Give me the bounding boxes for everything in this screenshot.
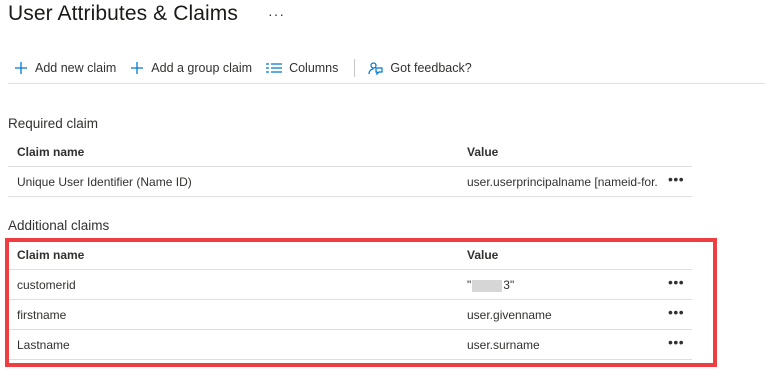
column-header-claim-name[interactable]: Claim name bbox=[17, 248, 447, 262]
table-row[interactable]: Unique User Identifier (Name ID) user.us… bbox=[8, 167, 692, 197]
row-more-button[interactable]: ••• bbox=[668, 334, 684, 350]
feedback-icon bbox=[367, 60, 383, 76]
add-new-claim-button[interactable]: Add new claim bbox=[14, 61, 116, 75]
claim-value-suffix: 3" bbox=[503, 278, 515, 292]
column-header-value[interactable]: Value bbox=[467, 145, 657, 159]
table-row[interactable]: customerid " 3" ••• bbox=[8, 270, 692, 300]
row-more-button[interactable]: ••• bbox=[668, 274, 684, 290]
table-header-row: Claim name Value bbox=[8, 137, 692, 167]
claim-value: user.surname bbox=[467, 338, 540, 352]
row-more-button[interactable]: ••• bbox=[668, 171, 684, 187]
column-header-value[interactable]: Value bbox=[467, 248, 657, 262]
feedback-button[interactable]: Got feedback? bbox=[367, 60, 472, 76]
claim-name: Lastname bbox=[17, 338, 70, 352]
add-icon bbox=[130, 61, 144, 75]
claim-name: Unique User Identifier (Name ID) bbox=[17, 175, 192, 189]
redacted-value bbox=[472, 279, 503, 292]
required-claims-table: Claim name Value Unique User Identifier … bbox=[8, 137, 692, 197]
table-header-row: Claim name Value bbox=[8, 240, 692, 270]
additional-claims-table: Claim name Value customerid " 3" ••• firs… bbox=[8, 240, 692, 360]
claim-value: user.userprincipalname [nameid-for... bbox=[467, 175, 657, 189]
add-new-claim-label: Add new claim bbox=[35, 61, 117, 75]
add-icon bbox=[14, 61, 28, 75]
add-group-claim-button[interactable]: Add a group claim bbox=[130, 61, 252, 75]
more-options-button[interactable]: ··· bbox=[268, 6, 285, 22]
claim-value-prefix: " bbox=[467, 278, 472, 292]
toolbar-divider-line bbox=[8, 83, 765, 84]
claim-value: user.givenname bbox=[467, 308, 552, 322]
claim-value: " 3" bbox=[467, 278, 657, 292]
claim-name: firstname bbox=[17, 308, 67, 322]
command-bar: Add new claim Add a group claim Columns … bbox=[14, 58, 486, 78]
feedback-label: Got feedback? bbox=[390, 61, 472, 75]
required-claim-heading: Required claim bbox=[8, 116, 99, 131]
columns-icon bbox=[266, 62, 283, 74]
page-title: User Attributes & Claims bbox=[8, 2, 238, 25]
column-header-claim-name[interactable]: Claim name bbox=[17, 145, 447, 159]
toolbar-divider bbox=[354, 59, 356, 77]
add-group-claim-label: Add a group claim bbox=[151, 61, 253, 75]
table-row[interactable]: Lastname user.surname ••• bbox=[8, 330, 692, 360]
columns-label: Columns bbox=[289, 61, 339, 75]
table-row[interactable]: firstname user.givenname ••• bbox=[8, 300, 692, 330]
additional-claims-heading: Additional claims bbox=[8, 218, 110, 233]
columns-button[interactable]: Columns bbox=[266, 61, 338, 75]
claim-name: customerid bbox=[17, 278, 76, 292]
row-more-button[interactable]: ••• bbox=[668, 304, 684, 320]
